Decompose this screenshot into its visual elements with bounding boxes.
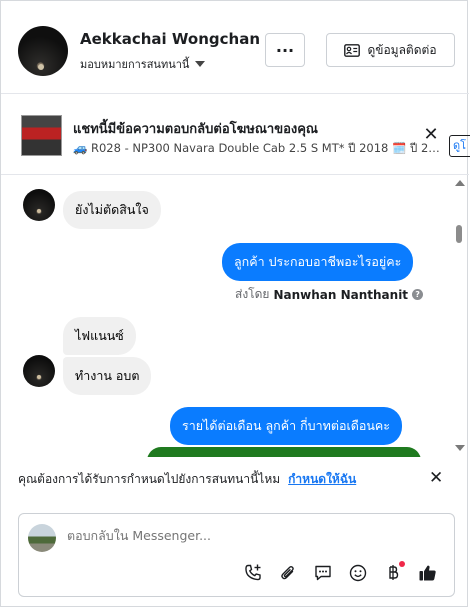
more-options-button[interactable]: ··· — [265, 33, 305, 67]
view-contact-info-button[interactable]: ดูข้อมูลติดต่อ — [326, 33, 455, 67]
ad-banner-title: แชทนี้มีข้อความตอบกลับต่อโฆษณาของคุณ — [73, 122, 318, 137]
contact-avatar[interactable] — [18, 26, 68, 76]
conversation-header: Aekkachai Wongchan มอบหมายการสนทนานี้ ··… — [1, 1, 469, 94]
assign-reminder-bar: คุณต้องการได้รับการกำหนดไปยังการสนทนานี้… — [18, 459, 455, 499]
contact-avatar-small — [23, 355, 55, 387]
scroll-up-arrow-icon[interactable] — [455, 180, 465, 186]
notification-dot — [399, 561, 405, 567]
view-ad-button[interactable]: ดูโ — [449, 135, 470, 157]
assign-conversation-dropdown[interactable]: มอบหมายการสนทนานี้ — [80, 55, 206, 73]
info-icon[interactable]: ? — [412, 289, 424, 300]
assign-label: มอบหมายการสนทนานี้ — [80, 58, 190, 71]
ad-reply-banner: แชทนี้มีข้อความตอบกลับต่อโฆษณาของคุณ 🚙 R… — [1, 94, 469, 175]
message-bubble-outgoing-partial[interactable] — [147, 447, 421, 457]
scroll-down-arrow-icon[interactable] — [455, 445, 465, 451]
reply-input[interactable] — [67, 528, 437, 543]
message-list: ยังไม่ตัดสินใจ ลูกค้า ประกอบอาชีพอะไรอยู… — [1, 175, 469, 457]
composer-toolbar — [241, 561, 440, 585]
ad-thumbnail[interactable] — [21, 115, 62, 156]
message-composer — [18, 513, 455, 597]
sent-by-prefix: ส่งโดย — [235, 287, 270, 301]
thumbs-up-icon[interactable] — [416, 561, 440, 585]
assign-reminder-text: คุณต้องการได้รับการกำหนดไปยังการสนทนานี้… — [18, 471, 281, 486]
message-bubble-outgoing[interactable]: ลูกค้า ประกอบอาชีพอะไรอยู่คะ — [222, 243, 414, 281]
message-bubble-incoming[interactable]: ไฟแนนซ์ — [63, 317, 136, 355]
contact-avatar-small — [23, 189, 55, 221]
page-avatar — [28, 524, 56, 552]
view-contact-info-label: ดูข้อมูลติดต่อ — [367, 42, 437, 57]
sent-by-name: Nanwhan Nanthanit — [273, 287, 409, 302]
emoji-icon[interactable] — [346, 561, 370, 585]
add-call-icon[interactable] — [241, 561, 265, 585]
payment-baht-icon[interactable] — [381, 561, 405, 585]
contact-card-icon — [344, 43, 361, 57]
contact-name[interactable]: Aekkachai Wongchan — [80, 30, 260, 48]
message-bubble-incoming[interactable]: ทำงาน อบต — [63, 357, 152, 395]
message-scrollbar[interactable] — [453, 175, 465, 457]
ad-banner-subtitle: 🚙 R028 - NP300 Navara Double Cab 2.5 S M… — [73, 141, 441, 155]
close-icon[interactable]: ✕ — [422, 126, 440, 144]
sent-by-label: ส่งโดย Nanwhan Nanthanit ? — [235, 285, 424, 304]
close-icon[interactable]: ✕ — [429, 470, 443, 487]
message-bubble-incoming[interactable]: ยังไม่ตัดสินใจ — [63, 191, 161, 229]
saved-replies-icon[interactable] — [311, 561, 335, 585]
chat-panel: Aekkachai Wongchan มอบหมายการสนทนานี้ ··… — [0, 0, 470, 607]
message-bubble-outgoing[interactable]: รายได้ต่อเดือน ลูกค้า กี่บาทต่อเดือนคะ — [170, 407, 402, 445]
caret-down-icon — [195, 61, 206, 67]
attachment-icon[interactable] — [276, 561, 300, 585]
assign-to-me-link[interactable]: กำหนดให้ฉัน — [288, 470, 356, 489]
scrollbar-thumb[interactable] — [456, 225, 462, 243]
